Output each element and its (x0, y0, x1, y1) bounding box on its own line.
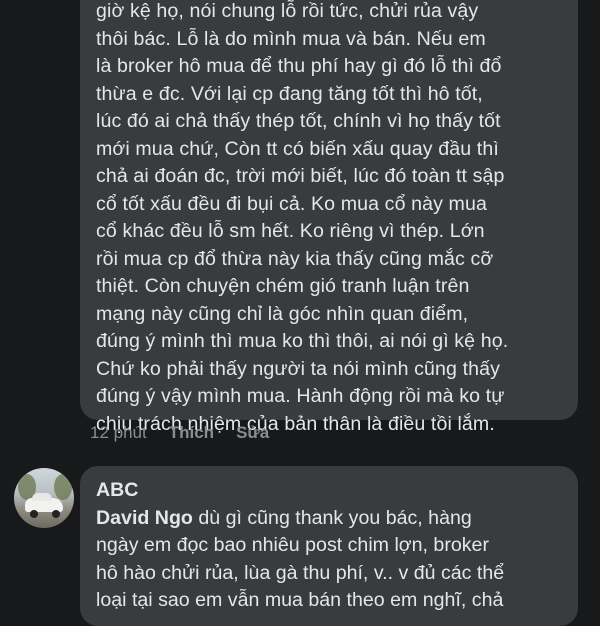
like-button[interactable]: Thích (169, 423, 214, 443)
comment-text: giờ kệ họ, nói chung lỗ rồi tức, chửi rủ… (96, 0, 509, 435)
avatar-tree (54, 474, 72, 500)
comment-actions: 12 phút Thích Sửa (90, 423, 269, 443)
comment-bubble: giờ kệ họ, nói chung lỗ rồi tức, chửi rủ… (80, 0, 578, 435)
reply-bubble: ABC David Ngo dù gì cũng thank you bác, … (80, 466, 578, 626)
mention-link[interactable]: David Ngo (96, 507, 193, 529)
avatar-wheel (52, 510, 60, 518)
reply-text: David Ngo dù gì cũng thank you bác, hàng… (96, 505, 564, 615)
edit-button[interactable]: Sửa (236, 423, 269, 443)
avatar[interactable] (14, 468, 74, 528)
avatar-wheel (30, 510, 38, 518)
comment-author[interactable]: ABC (96, 477, 564, 505)
comment-timestamp[interactable]: 12 phút (90, 423, 147, 443)
